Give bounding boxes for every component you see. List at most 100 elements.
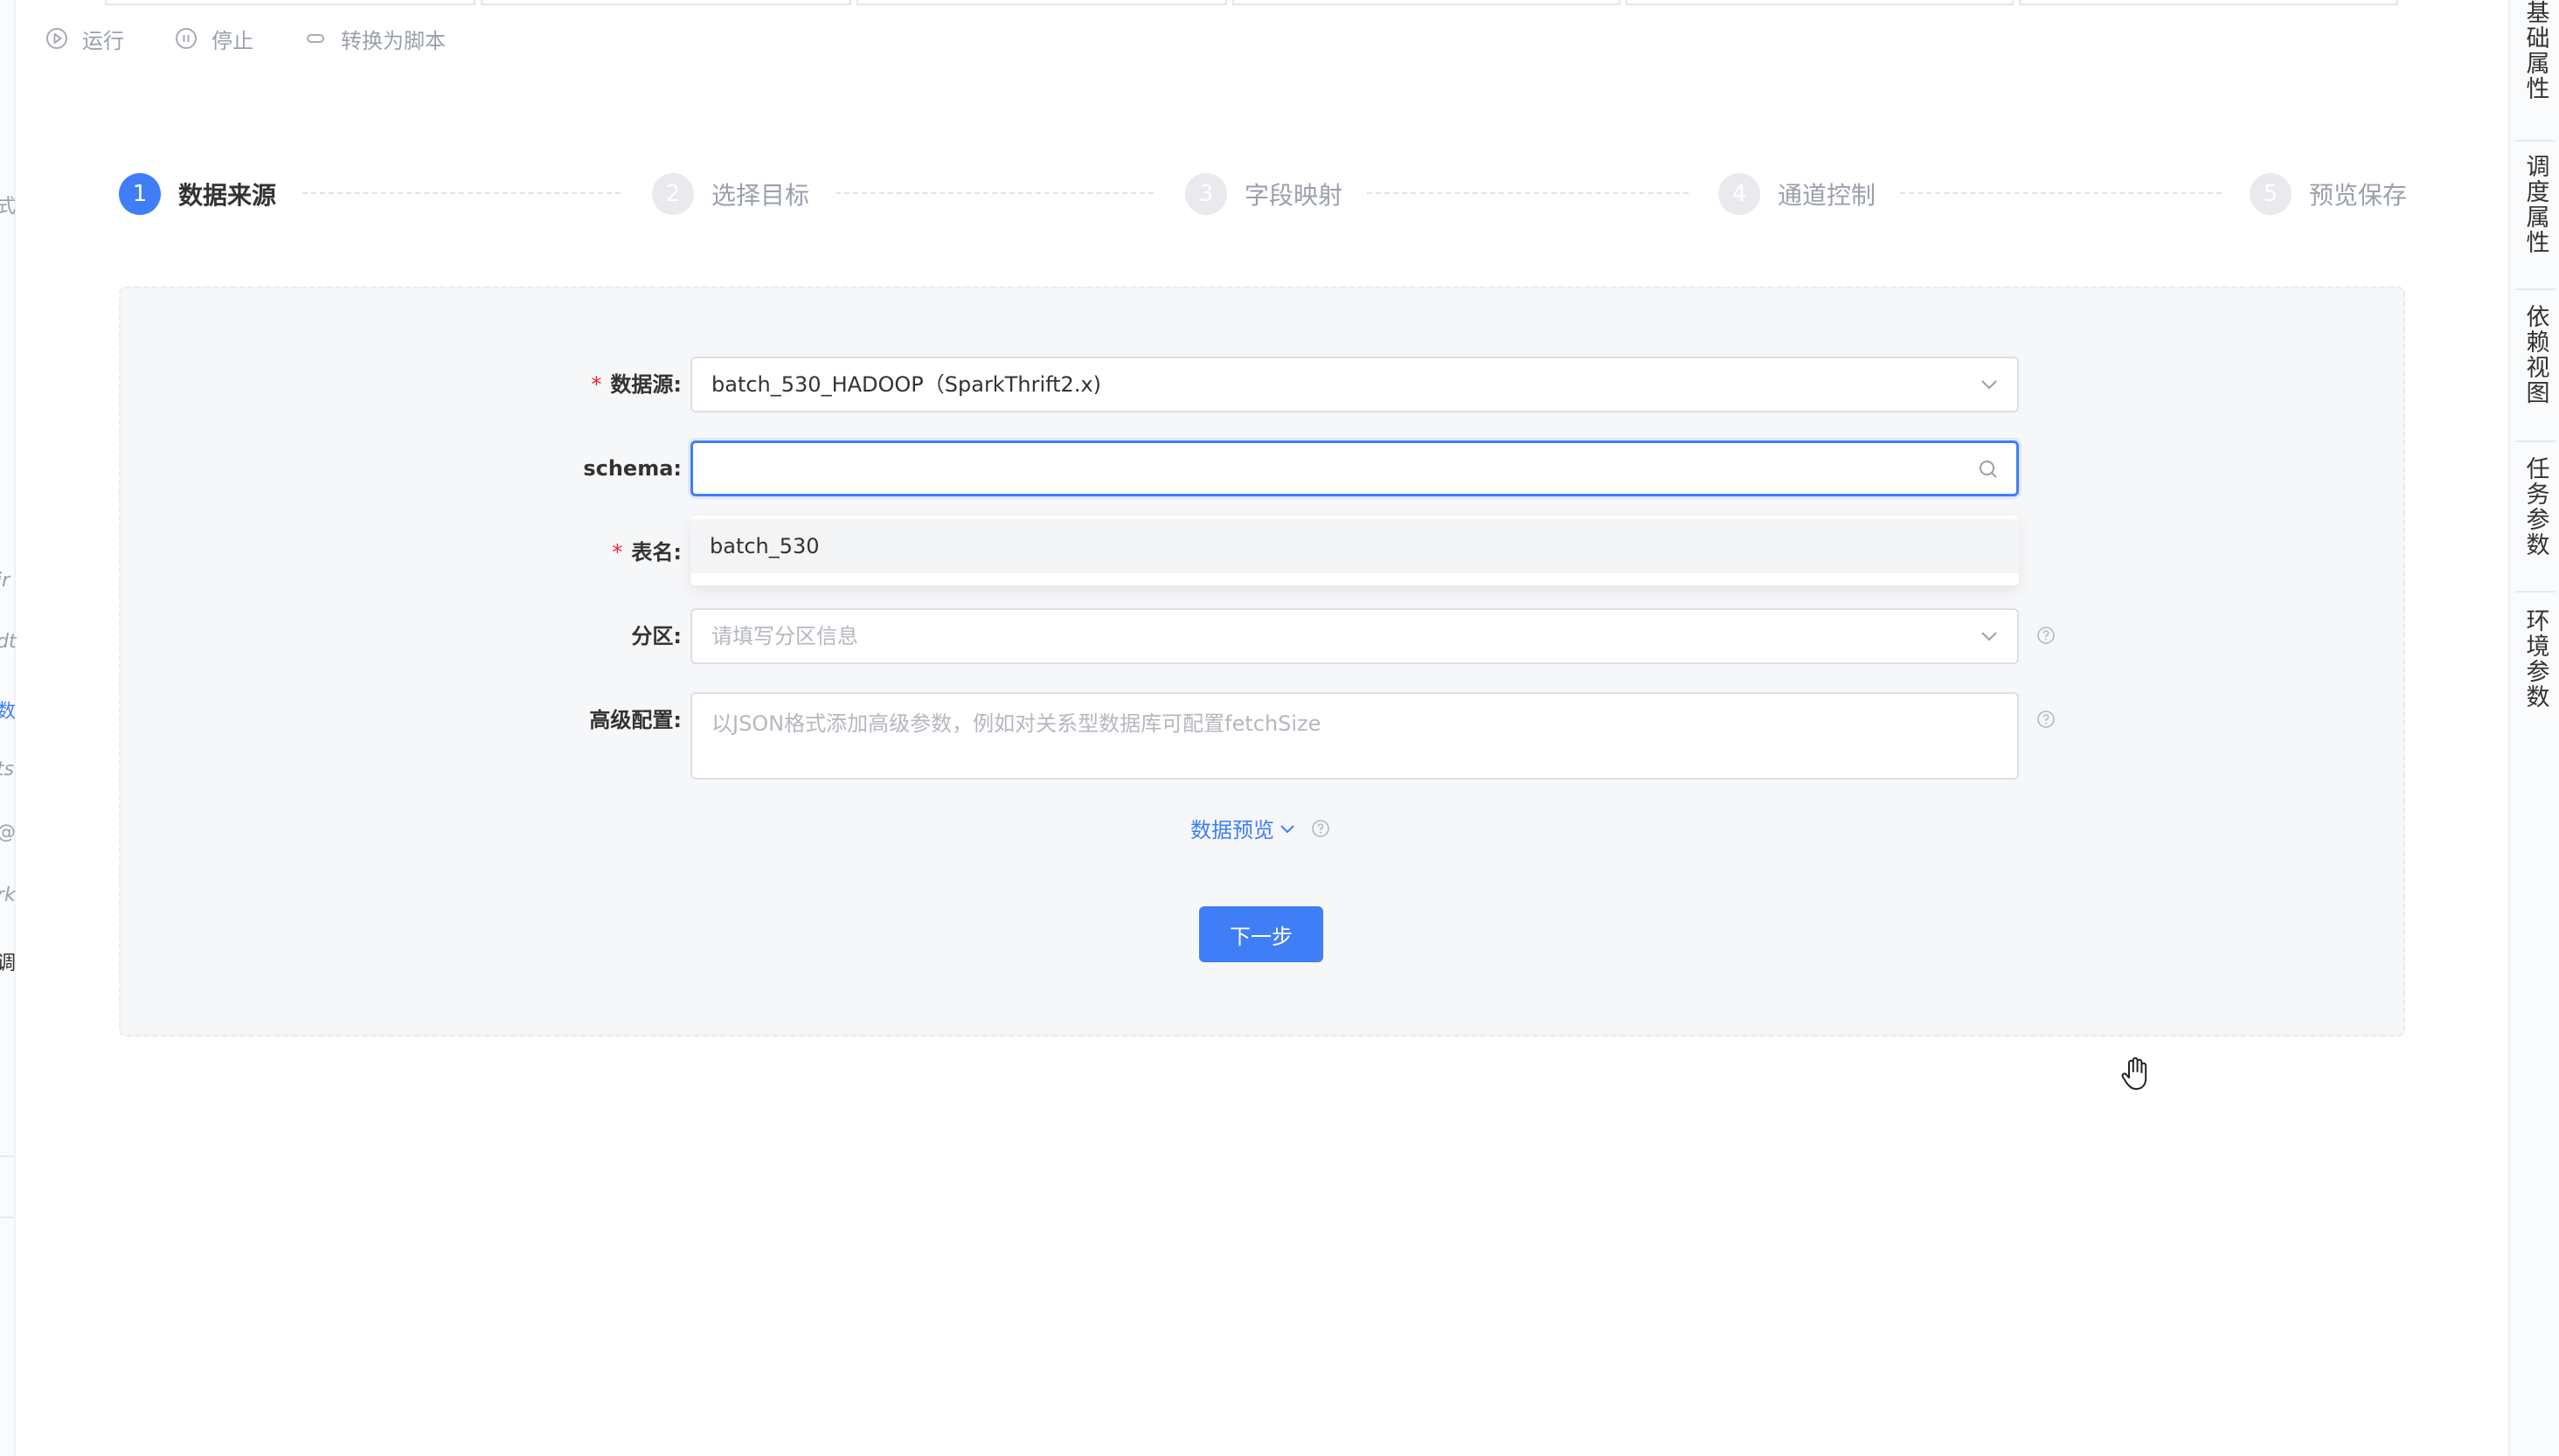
stop-label: 停止 [212,28,253,53]
data-preview-toggle[interactable]: 数据预览 [1190,813,1330,843]
hand-cursor-icon [2121,1057,2147,1090]
datasource-select[interactable]: batch_530_HADOOP（SparkThrift2.x) [690,357,2019,413]
play-circle-icon [46,28,67,49]
tab-label: 依赖视图 [2521,304,2549,406]
task-toolbar: 运行 停止 转换为脚本 [45,21,496,56]
left-rail-glyph: rk [0,884,16,906]
label-colon: : [673,624,682,648]
partition-placeholder: 请填写分区信息 [711,624,858,648]
step-number: 1 [119,173,161,215]
tab-schedule-properties[interactable]: 调度属性 [2510,154,2559,255]
table-name-label: * 表名: [472,535,682,570]
question-circle-icon[interactable] [2036,626,2056,645]
step-5-preview-save[interactable]: 5 预览保存 [2250,171,2407,217]
step-label: 字段映射 [1245,181,1343,210]
schema-option[interactable]: batch_530 [690,519,2019,573]
label-colon: : [673,456,682,481]
schema-input[interactable] [693,443,2016,494]
advanced-config-label-text: 高级配置 [589,708,674,732]
left-rail-glyph: @ [0,822,16,843]
left-rail-glyph[interactable]: 数 [0,696,16,724]
data-preview-label: 数据预览 [1190,818,1274,842]
step-connector [1900,192,2222,194]
required-mark: * [612,540,623,565]
chevron-down-icon [1280,824,1294,833]
divider [0,1155,14,1157]
advanced-config-label: 高级配置: [472,703,682,738]
right-property-rail: 基础属性 调度属性 依赖视图 任务参数 环境参数 [2508,0,2559,1456]
editor-tab[interactable] [856,0,1227,5]
advanced-config-textarea[interactable] [692,694,2017,778]
next-step-button[interactable]: 下一步 [1199,906,1323,962]
partition-label-text: 分区 [631,624,674,648]
datasource-value: batch_530_HADOOP（SparkThrift2.x) [711,372,1102,397]
convert-icon [307,34,324,43]
left-rail-glyph: ts [0,759,15,780]
step-label: 通道控制 [1778,181,1876,210]
divider [2515,140,2556,142]
schema-dropdown: batch_530 [690,516,2019,586]
step-connector [836,192,1154,194]
step-number: 4 [1718,173,1760,215]
label-colon: : [673,540,682,565]
left-rail-glyph: dt [0,631,17,653]
tab-label: 基础属性 [2521,0,2549,101]
datasource-label: * 数据源: [472,367,682,402]
step-label: 数据来源 [178,181,277,210]
schema-label: schema: [472,451,682,486]
left-rail-glyph: 调 [0,953,17,974]
run-button[interactable]: 运行 [45,24,124,54]
stop-button[interactable]: 停止 [175,24,253,54]
step-number: 3 [1185,173,1227,215]
label-colon: : [673,372,682,397]
editor-tab[interactable] [1232,0,1620,5]
schema-label-text: schema [583,456,674,481]
editor-tab[interactable] [481,0,851,5]
left-rail-glyph: ir [0,570,10,592]
required-mark: * [591,372,602,397]
question-circle-icon[interactable] [1311,819,1330,838]
run-label: 运行 [82,28,124,53]
chevron-down-icon [1981,380,1997,390]
tab-label: 任务参数 [2521,456,2549,558]
search-icon [1980,461,1997,478]
left-panel-edge: 式 ir dt 数 ts @ rk 调 [0,0,17,1456]
chevron-down-icon [1981,632,1997,641]
convert-label: 转换为脚本 [341,28,446,53]
divider [2515,288,2556,290]
step-1-data-source[interactable]: 1 数据来源 [119,171,276,217]
tab-environment-parameters[interactable]: 环境参数 [2510,608,2559,710]
step-connector [1367,192,1689,194]
step-4-channel-control[interactable]: 4 通道控制 [1718,171,1876,217]
pause-circle-icon [176,28,197,49]
datasource-label-text: 数据源 [610,372,674,397]
label-colon: : [673,708,682,732]
step-number: 2 [652,173,694,215]
partition-select[interactable]: 请填写分区信息 [690,608,2019,664]
step-label: 预览保存 [2309,181,2408,210]
editor-tab[interactable] [105,0,475,5]
tab-basic-properties[interactable]: 基础属性 [2510,0,2559,101]
schema-search-input[interactable] [690,440,2019,496]
divider [0,1217,14,1218]
tab-dependency-view[interactable]: 依赖视图 [2510,304,2559,406]
question-circle-icon[interactable] [2036,710,2056,729]
tab-label: 调度属性 [2521,154,2549,255]
advanced-config-box [690,692,2019,780]
editor-tab[interactable] [2019,0,2398,5]
step-2-select-target[interactable]: 2 选择目标 [652,171,809,217]
step-label: 选择目标 [711,181,810,210]
step-connector [302,192,621,194]
tab-label: 环境参数 [2521,608,2549,710]
editor-tab[interactable] [1626,0,2014,5]
partition-label: 分区: [472,619,682,654]
step-number: 5 [2250,173,2292,215]
divider [2515,591,2556,593]
left-rail-glyph: 式 [0,196,17,218]
table-name-label-text: 表名 [631,540,674,565]
tab-task-parameters[interactable]: 任务参数 [2510,456,2559,558]
convert-to-script-button[interactable]: 转换为脚本 [304,24,446,54]
editor-tab-strip [105,0,2398,5]
step-3-field-mapping[interactable]: 3 字段映射 [1185,171,1342,217]
divider [2515,440,2556,442]
